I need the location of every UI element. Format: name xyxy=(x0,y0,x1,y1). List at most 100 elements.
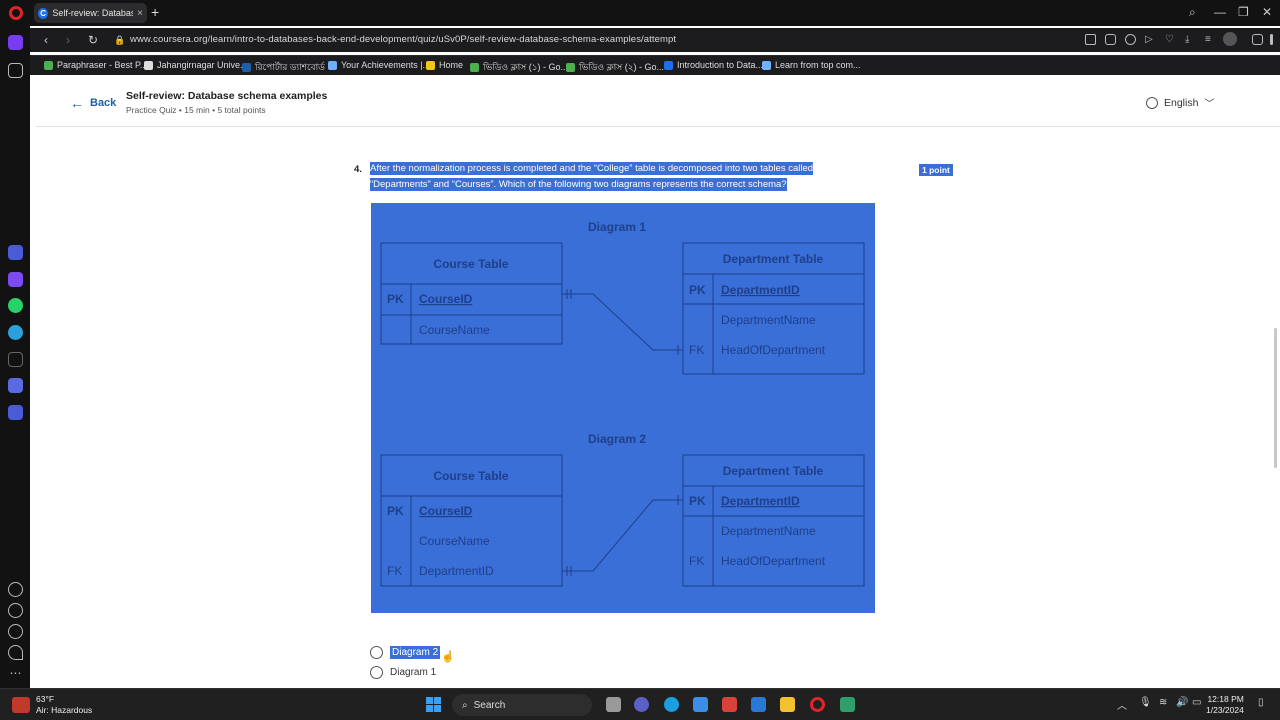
key-label: PK xyxy=(387,292,404,306)
edge-icon[interactable] xyxy=(664,697,679,712)
web-page: ← Back Self-review: Database schema exam… xyxy=(36,76,1280,688)
diagram-title: Diagram 1 xyxy=(588,220,646,234)
edit-icon[interactable] xyxy=(1085,34,1096,45)
reload-icon[interactable]: ↻ xyxy=(88,33,98,47)
weather-widget[interactable]: 63°F Air: Hazardous xyxy=(12,694,92,716)
back-button[interactable]: ← Back xyxy=(70,95,116,111)
scroll-thumb[interactable] xyxy=(1274,328,1277,468)
language-selector[interactable]: English ﹀ xyxy=(1146,95,1214,110)
file-explorer-icon[interactable] xyxy=(780,697,795,712)
star-icon[interactable] xyxy=(8,63,23,78)
search-tabs-icon[interactable]: ⌕ xyxy=(1189,5,1196,20)
whatsapp-icon[interactable] xyxy=(8,298,23,313)
bookmark-favicon-icon xyxy=(44,60,53,70)
shield-icon[interactable] xyxy=(1125,34,1136,45)
microphone-icon[interactable]: 🎙 xyxy=(1139,697,1154,712)
answer-option-diagram-1[interactable]: Diagram 1 xyxy=(370,666,436,679)
new-tab-icon[interactable]: + xyxy=(151,4,159,20)
play-icon[interactable]: ▷ xyxy=(1145,34,1156,45)
page-scrollbar[interactable] xyxy=(1272,128,1280,688)
volume-icon[interactable]: 🔊 xyxy=(1176,697,1191,712)
forward-nav-icon[interactable]: › xyxy=(66,33,70,47)
bookmark-item[interactable]: Your Achievements |... xyxy=(328,60,430,70)
tab-title: Self-review: Database sche xyxy=(52,8,134,18)
cursor-hand-icon: ☝ xyxy=(441,651,455,663)
opera-icon[interactable] xyxy=(810,697,825,712)
option-label: Diagram 1 xyxy=(390,667,437,678)
bookmark-item[interactable]: ভিডিও ক্লাস (১) - Go... xyxy=(470,60,568,75)
bookmark-item[interactable]: Paraphraser - Best P... xyxy=(44,60,147,70)
browser-tab[interactable]: C Self-review: Database sche × xyxy=(34,3,147,23)
bookmark-item[interactable]: Learn from top com... xyxy=(762,60,861,70)
key-label: FK xyxy=(387,564,402,578)
download-icon[interactable]: ⤓ xyxy=(1185,34,1196,45)
bookmark-item[interactable]: Introduction to Data... xyxy=(664,60,763,70)
field-label: CourseName xyxy=(419,534,490,548)
table-name: Course Table xyxy=(433,469,508,483)
tiktok-icon[interactable] xyxy=(8,352,23,367)
back-nav-icon[interactable]: ‹ xyxy=(44,33,48,47)
search-icon: ⌕ xyxy=(462,699,468,711)
task-view-icon[interactable] xyxy=(606,697,621,712)
camera-icon[interactable] xyxy=(1105,34,1116,45)
bookmark-item[interactable]: Home xyxy=(426,60,463,70)
app-icon[interactable] xyxy=(840,697,855,712)
points-badge: 1 point xyxy=(919,164,953,176)
bookmark-item[interactable]: ভিডিও ক্লাস (২) - Go... xyxy=(566,60,664,75)
field-label: DepartmentID xyxy=(721,283,800,297)
close-tab-icon[interactable]: × xyxy=(137,8,143,19)
key-label: PK xyxy=(689,494,706,508)
close-window-icon[interactable]: ✕ xyxy=(1262,5,1272,19)
wifi-icon[interactable]: ≋ xyxy=(1159,697,1174,712)
field-label: CourseName xyxy=(419,323,490,337)
player-icon[interactable] xyxy=(8,405,23,420)
bookmark-item[interactable]: Jahangirnagar Unive... xyxy=(144,60,248,70)
store-icon[interactable] xyxy=(693,697,708,712)
heart-icon[interactable] xyxy=(8,582,23,597)
minimize-icon[interactable]: — xyxy=(1214,5,1226,19)
home-icon[interactable] xyxy=(8,35,23,50)
settings-icon[interactable] xyxy=(8,624,23,639)
bookmark-label: Home xyxy=(439,60,464,70)
more-icon[interactable]: ⋯ xyxy=(8,666,23,681)
taskbar-search[interactable]: ⌕ Search xyxy=(452,694,592,716)
messenger-icon[interactable] xyxy=(8,272,23,287)
opera-logo-icon[interactable] xyxy=(9,6,23,20)
field-label: DepartmentID xyxy=(419,564,494,578)
weather-icon xyxy=(12,697,30,713)
radio-button[interactable] xyxy=(370,666,383,679)
more-icon[interactable] xyxy=(1270,34,1273,45)
bookmark-item[interactable]: রিপোর্টার ড্যাশবোর্ড xyxy=(242,60,325,75)
restore-icon[interactable]: ❐ xyxy=(1238,5,1249,19)
pin-icon[interactable] xyxy=(8,645,23,660)
aria-icon[interactable] xyxy=(8,245,23,260)
history-icon[interactable] xyxy=(8,603,23,618)
notification-icon[interactable]: ▯ xyxy=(1258,697,1273,712)
chevron-up-icon[interactable]: ︿ xyxy=(1117,697,1132,712)
telegram-icon[interactable] xyxy=(8,325,23,340)
windows-start-icon[interactable] xyxy=(426,697,441,712)
mail-icon[interactable] xyxy=(751,697,766,712)
battery-icon[interactable]: ▭ xyxy=(1192,697,1207,712)
relationship-line xyxy=(562,293,683,351)
extensions-icon[interactable] xyxy=(1252,34,1263,45)
clock[interactable]: 12:18 PM 1/23/2024 xyxy=(1206,694,1244,716)
table-name: Department Table xyxy=(723,464,824,478)
heart-icon[interactable]: ♡ xyxy=(1165,34,1176,45)
gift-icon[interactable] xyxy=(722,697,737,712)
teams-icon[interactable] xyxy=(634,697,649,712)
field-label: DepartmentID xyxy=(721,494,800,508)
language-label: English xyxy=(1164,96,1199,109)
back-label: Back xyxy=(90,97,117,109)
menu-icon[interactable]: ≡ xyxy=(1205,34,1216,45)
field-label: DepartmentName xyxy=(721,524,816,538)
option-label: Diagram 2 xyxy=(390,646,441,659)
radio-button[interactable] xyxy=(370,646,383,659)
music-icon[interactable] xyxy=(8,378,23,393)
url-field[interactable]: www.coursera.org/learn/intro-to-database… xyxy=(130,34,676,45)
answer-option-diagram-2[interactable]: Diagram 2 ☝ xyxy=(370,642,455,663)
bookmark-favicon-icon xyxy=(566,63,575,72)
browser-tab-bar: C Self-review: Database sche × + ⌕ — ❐ ✕ xyxy=(0,0,1280,26)
question-text: After the normalization process is compl… xyxy=(370,161,850,193)
profile-icon[interactable] xyxy=(1223,32,1237,46)
